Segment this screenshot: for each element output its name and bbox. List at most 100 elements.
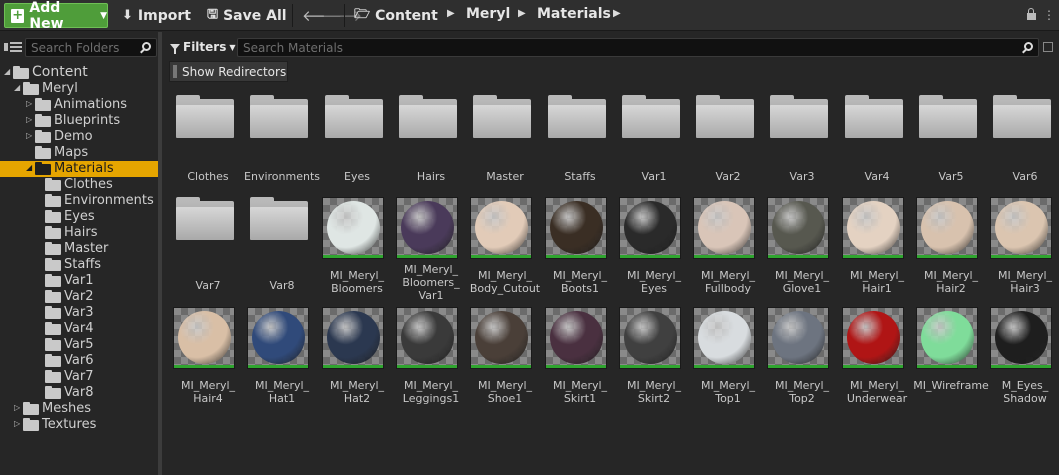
tree-item-label: Blueprints [54,113,121,128]
material-sphere [921,201,974,254]
asset-name-line: MI_Meryl_ [700,379,756,392]
asset-name-line: Var2 [715,170,741,183]
tree-item-var5[interactable]: Var5 [0,337,158,353]
tree-item-var8[interactable]: Var8 [0,385,158,401]
import-button[interactable]: ⬇ Import [122,3,191,28]
folder-icon [35,98,51,111]
asset-name-line: Body_Cutout [469,282,541,295]
expand-arrow-icon[interactable]: ▷ [14,403,20,412]
tree-item-staffs[interactable]: Staffs [0,257,158,273]
folder-icon [45,178,61,191]
asset-name-line: Fullbody [704,282,751,295]
filters-button[interactable]: Filters ▼ [170,38,236,56]
tree-item-master[interactable]: Master [0,241,158,257]
folder-icon [322,95,384,157]
collapse-arrow-icon[interactable]: ◢ [14,83,20,92]
toggle-sources-icon[interactable] [4,40,22,54]
asset-type-strip [917,365,977,368]
breadcrumb-chevron-icon[interactable]: ▶ [518,8,526,19]
asset-name-line: MI_Meryl_ [403,379,459,392]
tree-item-var1[interactable]: Var1 [0,273,158,289]
asset-type-strip [620,365,680,368]
asset-name-line: Var4 [864,170,890,183]
tree-item-var6[interactable]: Var6 [0,353,158,369]
asset-name: Environments [241,170,323,183]
search-folders-input[interactable]: Search Folders [25,38,157,57]
tree-item-label: Animations [54,97,128,112]
material-thumbnail [470,197,532,259]
tree-item-label: Var1 [64,273,94,288]
material-thumbnail [619,307,681,369]
tree-item-var7[interactable]: Var7 [0,369,158,385]
asset-name: MI_Meryl_ Boots1 [539,269,621,295]
breadcrumb-chevron-icon[interactable]: ▶ [447,8,455,19]
toolbar-divider [344,4,345,27]
search-icon[interactable] [1022,42,1034,54]
asset-name-line: MI_Wireframe [913,379,989,392]
tree-item-label: Var4 [64,321,94,336]
more-options-icon[interactable]: ⋮ [1043,6,1055,24]
add-new-label: Add New [29,0,64,32]
show-redirectors-button[interactable]: Show Redirectors [169,61,288,82]
tree-item-label: Content [32,64,88,80]
asset-type-strip [248,365,308,368]
asset-name-line: Leggings1 [402,392,460,405]
tree-item-clothes[interactable]: Clothes [0,177,158,193]
search-materials-input[interactable]: Search Materials [237,38,1039,57]
tree-item-materials[interactable]: ◢ Materials [0,161,158,177]
tree-item-meryl[interactable]: ◢ Meryl [0,81,158,97]
tree-item-content[interactable]: ◢ Content [0,64,158,81]
asset-name-line: Hat1 [268,392,296,405]
tree-item-maps[interactable]: Maps [0,145,158,161]
tree-item-blueprints[interactable]: ▷ Blueprints [0,113,158,129]
folder-icon [545,95,607,157]
import-label: Import [137,7,191,24]
panel-splitter[interactable] [158,32,162,475]
tree-item-var2[interactable]: Var2 [0,289,158,305]
tree-item-environments[interactable]: Environments [0,193,158,209]
asset-name: MI_Meryl_ Eyes [613,269,695,295]
tree-item-var4[interactable]: Var4 [0,321,158,337]
expand-arrow-icon[interactable]: ▷ [26,115,32,124]
material-sphere [327,201,380,254]
asset-name-line: Var6 [1012,170,1038,183]
tree-item-var3[interactable]: Var3 [0,305,158,321]
asset-name-line: Var1 [418,289,444,302]
collapse-arrow-icon[interactable]: ◢ [26,163,32,172]
add-new-button[interactable]: + Add New ▼ [4,0,108,32]
asset-name: MI_Meryl_ Hair3 [984,269,1059,295]
save-search-icon[interactable] [1043,42,1053,52]
asset-name: Master [464,170,546,183]
material-thumbnail [693,307,755,369]
collapse-arrow-icon[interactable]: ◢ [4,67,10,76]
tree-item-animations[interactable]: ▷ Animations [0,97,158,113]
folder-icon [470,95,532,157]
lock-icon[interactable] [1027,8,1037,20]
asset-name: Hairs [390,170,472,183]
search-icon[interactable] [140,42,152,54]
material-sphere [698,201,751,254]
folder-icon [45,194,61,207]
tree-item-meshes[interactable]: ▷ Meshes [0,401,158,417]
asset-name-line: MI_Meryl_ [477,269,533,282]
material-thumbnail [767,197,829,259]
asset-name-line: Shadow [1003,392,1047,405]
search-folders-placeholder: Search Folders [31,41,120,55]
expand-arrow-icon[interactable]: ▷ [14,419,20,428]
tree-item-hairs[interactable]: Hairs [0,225,158,241]
tree-item-eyes[interactable]: Eyes [0,209,158,225]
expand-arrow-icon[interactable]: ▷ [26,131,32,140]
material-sphere [475,311,528,364]
breadcrumb-content[interactable]: 🗁 Content [354,3,438,28]
expand-arrow-icon[interactable]: ▷ [26,99,32,108]
tree-item-textures[interactable]: ▷ Textures [0,417,158,433]
tree-item-label: Var7 [64,369,94,384]
tree-item-demo[interactable]: ▷ Demo [0,129,158,145]
breadcrumb-meryl[interactable]: Meryl [466,6,510,22]
breadcrumb-materials[interactable]: Materials [537,6,611,22]
save-all-button[interactable]: 🖫 Save All [207,3,287,28]
breadcrumb-chevron-icon[interactable]: ▶ [613,8,621,19]
toolbar: + Add New ▼ ⬇ Import 🖫 Save All 🡐 🡒 🗁 Co… [0,0,1059,32]
folder-icon [619,95,681,157]
asset-name: MI_Meryl_ Fullbody [687,269,769,295]
